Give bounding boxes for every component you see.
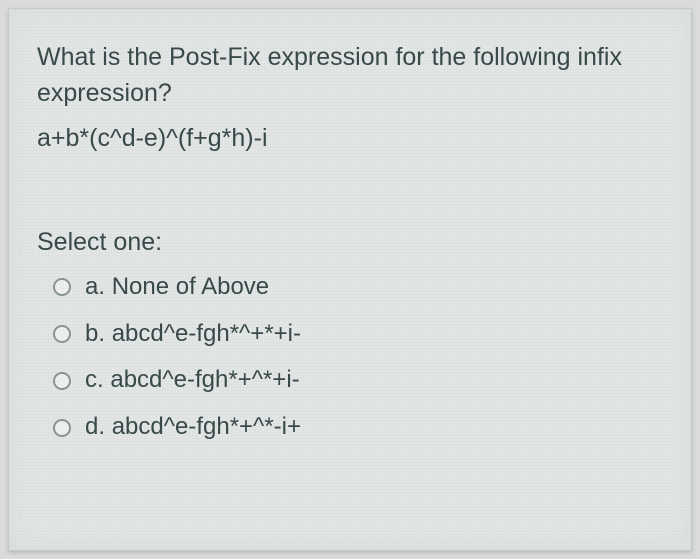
option-a[interactable]: a. None of Above xyxy=(37,273,663,302)
radio-icon[interactable] xyxy=(53,419,71,437)
option-letter: c. xyxy=(85,366,104,393)
option-label: abcd^e-fgh*^+*+i- xyxy=(112,320,301,347)
option-text: b. abcd^e-fgh*^+*+i- xyxy=(85,320,301,349)
question-prompt: What is the Post-Fix expression for the … xyxy=(37,39,663,112)
option-text: c. abcd^e-fgh*+^*+i- xyxy=(85,366,300,395)
option-label: abcd^e-fgh*+^*+i- xyxy=(110,366,299,393)
question-expression: a+b*(c^d-e)^(f+g*h)-i xyxy=(37,120,663,156)
option-d[interactable]: d. abcd^e-fgh*+^*-i+ xyxy=(37,413,663,442)
radio-icon[interactable] xyxy=(53,325,71,343)
quiz-card: What is the Post-Fix expression for the … xyxy=(8,8,692,551)
option-c[interactable]: c. abcd^e-fgh*+^*+i- xyxy=(37,366,663,395)
option-b[interactable]: b. abcd^e-fgh*^+*+i- xyxy=(37,320,663,349)
radio-icon[interactable] xyxy=(53,278,71,296)
option-letter: a. xyxy=(85,273,105,300)
option-text: a. None of Above xyxy=(85,273,269,302)
option-letter: b. xyxy=(85,320,105,347)
option-text: d. abcd^e-fgh*+^*-i+ xyxy=(85,413,301,442)
option-label: None of Above xyxy=(112,273,269,300)
option-label: abcd^e-fgh*+^*-i+ xyxy=(112,413,301,440)
select-one-label: Select one: xyxy=(37,228,663,257)
option-letter: d. xyxy=(85,413,105,440)
radio-icon[interactable] xyxy=(53,372,71,390)
